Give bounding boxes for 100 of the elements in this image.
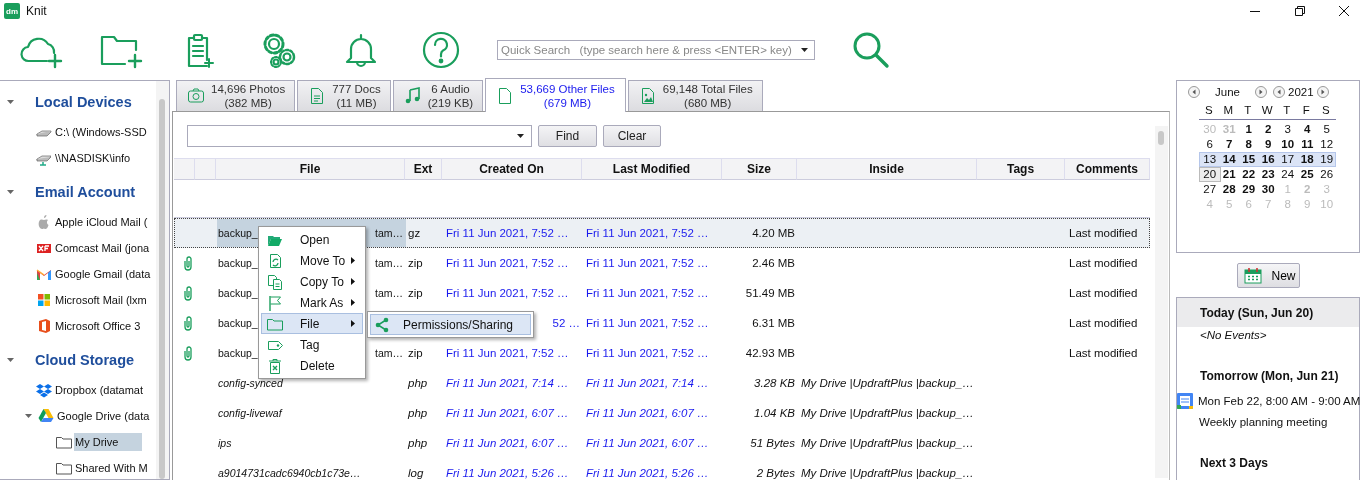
next-year-button[interactable] xyxy=(1316,86,1329,98)
calendar-day[interactable]: 2 xyxy=(1258,123,1278,136)
calendar-day[interactable]: 12 xyxy=(1317,138,1337,151)
weekday-label: S xyxy=(1203,104,1214,117)
table-cell: gz xyxy=(408,227,421,239)
tree-item[interactable]: Shared With M xyxy=(74,459,149,477)
dropdown-arrow-icon[interactable] xyxy=(517,134,524,138)
menu-item[interactable]: Mark As xyxy=(261,292,363,313)
weekday-label: T xyxy=(1243,104,1253,117)
calendar-day[interactable]: 24 xyxy=(1278,168,1298,181)
quick-search-field[interactable]: Quick Search (type search here & press <ENTER> key) xyxy=(497,40,815,60)
group-heading: Local Devices xyxy=(35,94,132,110)
category-icon xyxy=(187,87,205,105)
menu-item[interactable]: Permissions/Sharing xyxy=(370,314,531,335)
previous-year-button[interactable] xyxy=(1273,86,1285,98)
column-header[interactable]: Inside xyxy=(797,158,977,180)
tree-item[interactable]: Dropbox (datamat xyxy=(54,381,145,399)
calendar-day[interactable]: 16 xyxy=(1258,153,1278,166)
new-event-button[interactable]: New xyxy=(1236,263,1300,288)
menu-item[interactable]: File xyxy=(261,313,363,334)
column-header[interactable]: Last Modified xyxy=(582,158,722,180)
account-icon xyxy=(36,292,52,308)
weekday-label: W xyxy=(1260,104,1274,117)
tree-item[interactable]: My Drive xyxy=(74,433,143,451)
next-month-button[interactable] xyxy=(1255,86,1267,98)
calendar-day[interactable]: 10 xyxy=(1278,138,1298,151)
column-header[interactable]: File xyxy=(216,158,405,180)
scrollbar[interactable] xyxy=(156,81,169,479)
calendar-day[interactable]: 23 xyxy=(1258,168,1278,181)
calendar-day[interactable]: 1 xyxy=(1239,123,1259,136)
tree-item[interactable]: Microsoft Mail (lxm xyxy=(54,291,148,309)
tree-item[interactable]: C:\ (Windows-SSD xyxy=(54,123,148,141)
column-header[interactable]: Created On xyxy=(442,158,582,180)
calendar-day[interactable]: 26 xyxy=(1317,168,1337,181)
menu-item[interactable]: Move To xyxy=(261,250,363,271)
paperclip-icon xyxy=(181,255,195,271)
collapse-arrow-icon[interactable] xyxy=(7,189,14,195)
calendar-day[interactable]: 5 xyxy=(1317,123,1337,136)
submenu-arrow-icon xyxy=(351,278,355,285)
calendar-day[interactable]: 30 xyxy=(1258,183,1278,196)
search-icon[interactable] xyxy=(851,30,891,70)
calendar-day[interactable]: 8 xyxy=(1239,138,1259,151)
month-label: June xyxy=(1214,86,1241,98)
calendar-day[interactable]: 19 xyxy=(1317,153,1337,166)
calendar-day[interactable]: 28 xyxy=(1219,183,1239,196)
calendar-day[interactable]: 27 xyxy=(1200,183,1220,196)
category-tab[interactable]: 69,148 Total Files (680 MB) xyxy=(627,80,763,111)
close-icon[interactable] xyxy=(1339,6,1349,16)
calendar-day[interactable]: 11 xyxy=(1297,138,1317,151)
column-header[interactable]: Tags xyxy=(977,158,1065,180)
tree-item[interactable]: \\NASDISK\info xyxy=(54,149,132,167)
dropdown-arrow-icon[interactable] xyxy=(801,48,808,52)
calendar-day[interactable]: 22 xyxy=(1239,168,1259,181)
selected-week[interactable]: 13 14 15 16 17 18 19 xyxy=(1199,152,1336,167)
calendar-day[interactable]: 7 xyxy=(1219,138,1239,151)
file-name: ips xyxy=(218,437,232,449)
column-header[interactable]: Comments xyxy=(1065,158,1150,180)
menu-item[interactable]: Delete xyxy=(261,355,363,376)
table-cell: Fri 11 Jun 2021, 6:07 … xyxy=(586,407,709,419)
tree-item[interactable]: Apple iCloud Mail ( xyxy=(54,213,149,231)
table-cell: Fri 11 Jun 2021, 7:52 … xyxy=(446,347,569,359)
category-tab[interactable]: 53,669 Other Files (679 MB) xyxy=(485,78,626,112)
weekday-label: F xyxy=(1301,104,1311,117)
calendar-day[interactable]: 20 xyxy=(1200,168,1220,181)
calendar-day[interactable]: 9 xyxy=(1258,138,1278,151)
collapse-arrow-icon[interactable] xyxy=(7,357,14,363)
calendar-day[interactable]: 6 xyxy=(1200,138,1220,151)
menu-item[interactable]: Open xyxy=(261,229,363,250)
find-bar-button[interactable]: Find xyxy=(538,125,597,147)
collapse-arrow-icon[interactable] xyxy=(25,413,32,419)
calendar-day[interactable]: 29 xyxy=(1239,183,1259,196)
calendar-day[interactable]: 15 xyxy=(1239,153,1259,166)
category-tab[interactable]: 777 Docs (11 MB) xyxy=(297,80,391,111)
column-header[interactable]: Size xyxy=(722,158,797,180)
column-header[interactable]: Ext xyxy=(405,158,442,180)
event-time[interactable]: Mon Feb 22, 8:00 AM - 9:00 AM xyxy=(1198,395,1361,407)
table-cell: Last modified xyxy=(1069,227,1138,239)
menu-item[interactable]: Copy To xyxy=(261,271,363,292)
tree-item[interactable]: Google Drive (data xyxy=(56,407,151,425)
category-tab[interactable]: 6 Audio (219 KB) xyxy=(392,80,484,111)
calendar-day[interactable]: 3 xyxy=(1278,123,1298,136)
restore-icon[interactable] xyxy=(1294,6,1305,16)
calendar-day[interactable]: 14 xyxy=(1219,153,1239,166)
previous-month-button[interactable] xyxy=(1188,86,1200,98)
category-tab[interactable]: 14,696 Photos (382 MB) xyxy=(176,80,296,111)
tree-item[interactable]: Google Gmail (data xyxy=(54,265,152,283)
calendar-day[interactable]: 21 xyxy=(1219,168,1239,181)
calendar-day[interactable]: 13 xyxy=(1200,153,1220,166)
calendar-day[interactable]: 4 xyxy=(1297,123,1317,136)
find-bar-button[interactable]: Clear xyxy=(603,125,661,147)
tree-item[interactable]: Microsoft Office 3 xyxy=(54,317,142,335)
scrollbar[interactable] xyxy=(1155,126,1168,478)
calendar-day[interactable]: 18 xyxy=(1297,153,1317,166)
calendar-day[interactable]: 17 xyxy=(1278,153,1298,166)
collapse-arrow-icon[interactable] xyxy=(7,99,14,105)
calendar-day[interactable]: 25 xyxy=(1297,168,1317,181)
menu-item[interactable]: Tag xyxy=(261,334,363,355)
find-field[interactable] xyxy=(187,125,532,147)
event-title[interactable]: Weekly planning meeting xyxy=(1199,416,1328,428)
tree-item[interactable]: Comcast Mail (jona xyxy=(54,239,151,257)
